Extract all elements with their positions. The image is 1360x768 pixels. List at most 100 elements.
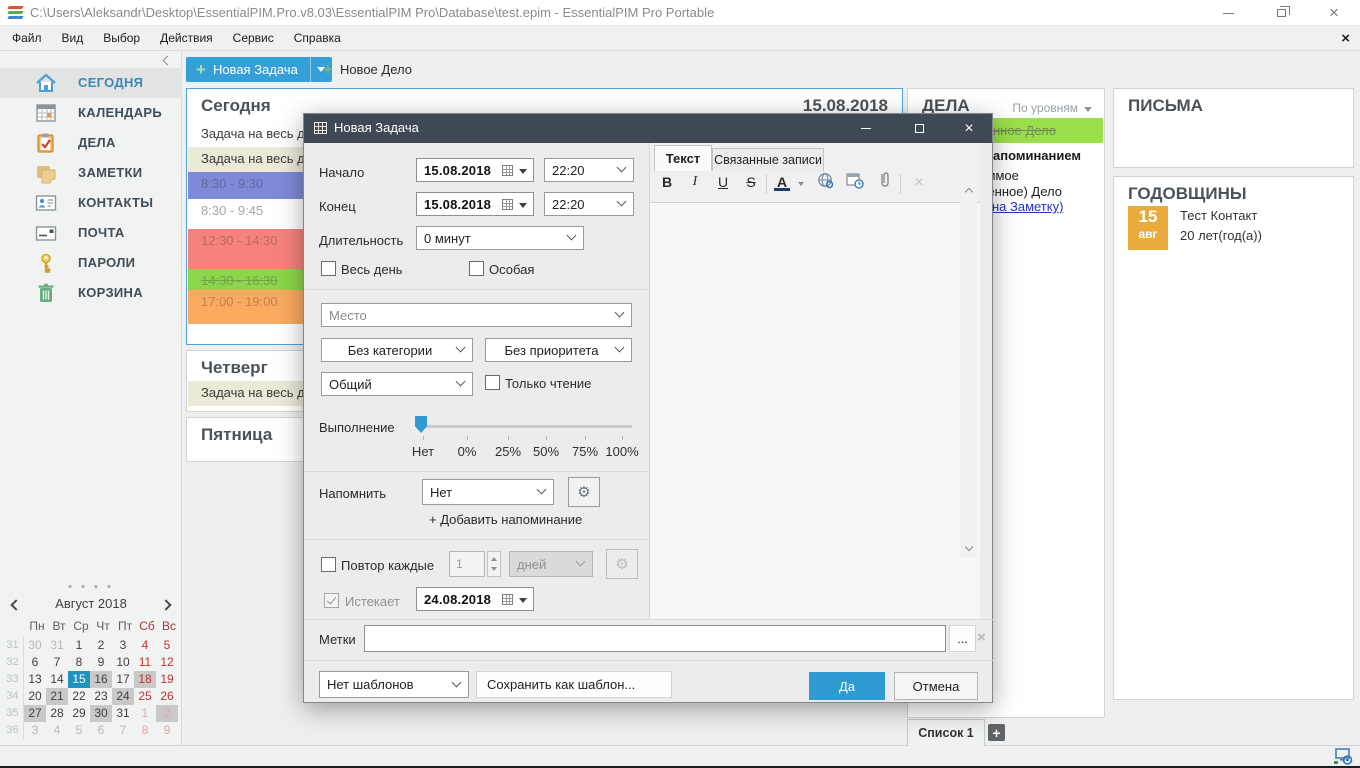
recurrence-settings-button[interactable]: ⚙ bbox=[606, 549, 638, 579]
menu-item-3[interactable]: Выбор bbox=[93, 27, 150, 49]
tab-linked-records[interactable]: Связанные записи bbox=[712, 148, 824, 171]
calendar-day[interactable]: 31 bbox=[46, 637, 68, 654]
calendar-day[interactable]: 24 bbox=[112, 688, 134, 705]
chevron-down-icon[interactable] bbox=[615, 343, 625, 353]
start-date-input[interactable]: 15.08.2018 bbox=[416, 158, 534, 182]
ok-button[interactable]: Да bbox=[809, 672, 885, 700]
window-close-button[interactable]: × bbox=[1311, 0, 1357, 26]
calendar-picker-icon[interactable] bbox=[502, 165, 513, 176]
italic-button[interactable]: I bbox=[684, 174, 706, 190]
save-template-button[interactable]: Сохранить как шаблон... bbox=[476, 671, 672, 698]
font-color-button[interactable]: A bbox=[774, 174, 790, 191]
calendar-day[interactable]: 22 bbox=[68, 688, 90, 705]
calendar-day[interactable]: 23 bbox=[90, 688, 112, 705]
calendar-day[interactable]: 1 bbox=[68, 637, 90, 654]
cancel-button[interactable]: Отмена bbox=[894, 672, 978, 700]
chevron-down-icon[interactable] bbox=[519, 169, 527, 174]
new-task-button[interactable]: + Новая Задача bbox=[186, 57, 332, 82]
calendar-day[interactable]: 14 bbox=[46, 671, 68, 688]
underline-button[interactable]: U bbox=[712, 174, 734, 190]
recurrence-checkbox[interactable] bbox=[321, 557, 336, 572]
calendar-day[interactable]: 1 bbox=[134, 705, 156, 722]
task-notes-textarea[interactable] bbox=[650, 202, 980, 619]
calendar-day[interactable]: 12 bbox=[156, 654, 178, 671]
chevron-down-icon[interactable] bbox=[798, 182, 804, 186]
sidebar-collapse-icon[interactable] bbox=[163, 56, 173, 66]
dialog-close-button[interactable]: × bbox=[949, 114, 989, 143]
calendar-day[interactable]: 27 bbox=[24, 705, 46, 722]
end-time-combo[interactable]: 22:20 bbox=[544, 192, 634, 216]
attach-file-icon[interactable] bbox=[874, 171, 896, 192]
calendar-day[interactable]: 7 bbox=[46, 654, 68, 671]
chevron-down-icon[interactable] bbox=[615, 308, 625, 318]
calendar-day[interactable]: 11 bbox=[134, 654, 156, 671]
menu-item-2[interactable]: Вид bbox=[52, 27, 94, 49]
calendar-day[interactable]: 8 bbox=[68, 654, 90, 671]
dialog-minimize-button[interactable] bbox=[846, 114, 886, 143]
calendar-day[interactable]: 26 bbox=[156, 688, 178, 705]
calendar-day[interactable]: 18 bbox=[134, 671, 156, 688]
tab-text[interactable]: Текст bbox=[654, 145, 712, 171]
duration-combo[interactable]: 0 минут bbox=[416, 226, 584, 250]
tab-list-1[interactable]: Список 1 bbox=[907, 719, 985, 746]
calendar-day[interactable]: 4 bbox=[134, 637, 156, 654]
start-time-combo[interactable]: 22:20 bbox=[544, 158, 634, 182]
add-reminder-link[interactable]: + Добавить напоминание bbox=[429, 512, 582, 527]
insert-datetime-icon[interactable] bbox=[844, 172, 866, 192]
calendar-day[interactable]: 15 bbox=[68, 671, 90, 688]
read-only-checkbox[interactable] bbox=[485, 375, 500, 390]
calendar-day[interactable]: 10 bbox=[112, 654, 134, 671]
tags-clear-icon[interactable]: × bbox=[977, 629, 986, 646]
calendar-day[interactable]: 28 bbox=[46, 705, 68, 722]
insert-link-icon[interactable] bbox=[814, 172, 836, 192]
calendar-day[interactable]: 6 bbox=[24, 654, 46, 671]
calendar-day[interactable]: 2 bbox=[90, 637, 112, 654]
calendar-day[interactable]: 29 bbox=[68, 705, 90, 722]
strikethrough-button[interactable]: S bbox=[740, 174, 762, 190]
tags-browse-button[interactable]: ... bbox=[949, 625, 976, 652]
calendar-picker-icon[interactable] bbox=[502, 594, 513, 605]
calendar-picker-icon[interactable] bbox=[502, 199, 513, 210]
calendar-day[interactable]: 3 bbox=[24, 722, 46, 739]
calendar-day[interactable]: 4 bbox=[46, 722, 68, 739]
todos-sort-dropdown[interactable]: По уровням bbox=[1012, 101, 1078, 115]
chevron-down-icon[interactable] bbox=[456, 377, 466, 387]
sidebar-item-tasks[interactable]: ДЕЛА bbox=[0, 128, 182, 158]
anniversary-contact[interactable]: Тест Контакт bbox=[1180, 208, 1257, 223]
sidebar-item-mail[interactable]: ПОЧТА bbox=[0, 218, 182, 248]
tags-input[interactable] bbox=[364, 625, 946, 652]
dialog-titlebar[interactable]: Новая Задача × bbox=[304, 114, 992, 143]
reminder-settings-button[interactable]: ⚙ bbox=[568, 477, 600, 507]
calendar-day[interactable]: 30 bbox=[90, 705, 112, 722]
sidebar-item-contacts[interactable]: КОНТАКТЫ bbox=[0, 188, 182, 218]
sidebar-item-home[interactable]: СЕГОДНЯ bbox=[0, 68, 182, 98]
category-combo[interactable]: Без категории bbox=[321, 338, 473, 362]
end-date-input[interactable]: 15.08.2018 bbox=[416, 192, 534, 216]
recurrence-interval-input[interactable]: 1 bbox=[449, 551, 485, 577]
calendar-day[interactable]: 6 bbox=[90, 722, 112, 739]
editor-scrollbar[interactable] bbox=[960, 182, 977, 557]
calendar-day[interactable]: 3 bbox=[112, 637, 134, 654]
calendar-day[interactable]: 25 bbox=[134, 688, 156, 705]
expires-checkbox[interactable] bbox=[324, 593, 339, 608]
add-list-button[interactable]: + bbox=[988, 724, 1005, 741]
recurrence-stepper[interactable] bbox=[487, 551, 501, 577]
chevron-down-icon[interactable] bbox=[519, 598, 527, 603]
chevron-down-icon[interactable] bbox=[567, 231, 577, 241]
chevron-down-icon[interactable] bbox=[617, 197, 627, 207]
new-todo-button[interactable]: + Новое Дело bbox=[323, 57, 412, 82]
calendar-day[interactable]: 2 bbox=[156, 705, 178, 722]
menu-item-5[interactable]: Сервис bbox=[223, 27, 284, 49]
sidebar-item-key[interactable]: ПАРОЛИ bbox=[0, 248, 182, 278]
calendar-day[interactable]: 5 bbox=[68, 722, 90, 739]
special-checkbox[interactable] bbox=[469, 261, 484, 276]
sync-status-icon[interactable] bbox=[1332, 748, 1354, 765]
scroll-up-icon[interactable] bbox=[960, 182, 977, 199]
completion-slider-handle[interactable] bbox=[415, 416, 427, 433]
completion-slider[interactable] bbox=[420, 425, 632, 428]
chevron-down-icon[interactable] bbox=[537, 485, 547, 495]
calendar-day[interactable]: 9 bbox=[156, 722, 178, 739]
window-restore-button[interactable] bbox=[1258, 0, 1304, 26]
calendar-day[interactable]: 7 bbox=[112, 722, 134, 739]
calendar-day[interactable]: 21 bbox=[46, 688, 68, 705]
